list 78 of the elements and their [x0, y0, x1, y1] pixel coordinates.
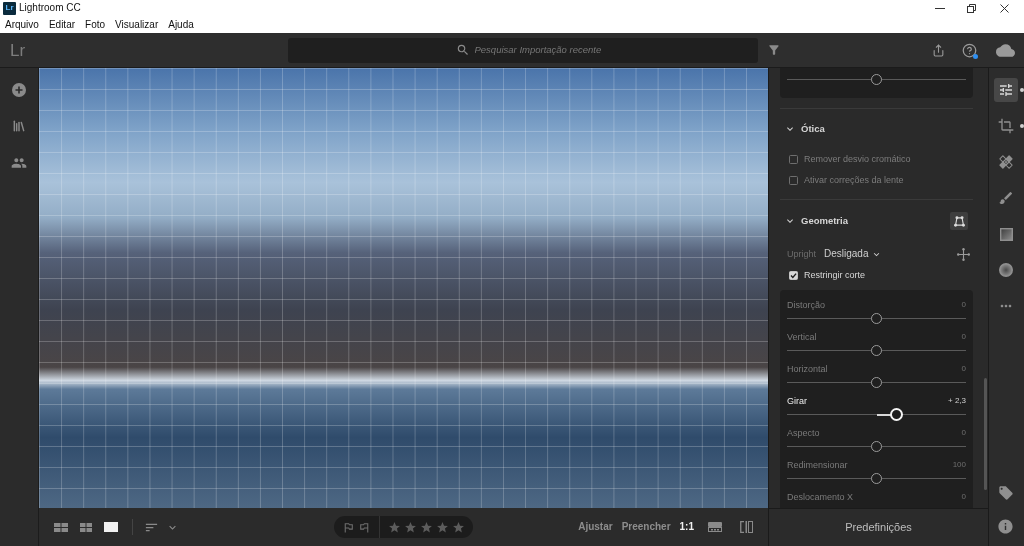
display-icon[interactable]	[708, 522, 722, 532]
slider-label: Horizontal	[787, 364, 828, 374]
zoom-option[interactable]: Ajustar	[578, 522, 613, 532]
geometry-section-header[interactable]: Geometria	[780, 215, 848, 227]
checkbox-label: Restringir corte	[804, 270, 866, 280]
upright-dropdown[interactable]: Desligada	[824, 248, 882, 260]
filter-icon[interactable]	[767, 43, 781, 57]
slider-thumb[interactable]	[871, 313, 882, 324]
star-icon[interactable]	[388, 520, 401, 534]
zoom-option[interactable]: Preencher	[621, 522, 671, 532]
slider-thumb[interactable]	[871, 473, 882, 484]
info-icon[interactable]	[997, 518, 1014, 535]
slider-thumb[interactable]	[871, 74, 882, 85]
guided-upright-button[interactable]	[950, 212, 968, 230]
window-title: Lightroom CC	[19, 3, 81, 13]
crosshair-icon[interactable]	[957, 247, 970, 261]
menu-item[interactable]: Visualizar	[115, 19, 159, 30]
slider-value: + 2,3	[948, 397, 966, 405]
slider-track[interactable]	[787, 376, 966, 389]
brush-icon	[998, 190, 1014, 206]
slider-track[interactable]	[787, 408, 966, 421]
add-icon[interactable]	[12, 83, 26, 97]
slider-label: Vertical	[787, 332, 817, 342]
star-icon[interactable]	[452, 520, 465, 534]
restore-icon[interactable]	[967, 3, 976, 13]
help-icon[interactable]	[962, 42, 977, 58]
people-icon[interactable]	[11, 155, 27, 171]
slider-track[interactable]	[787, 73, 966, 86]
menu-item[interactable]: Editar	[48, 19, 76, 30]
radial-circle-icon	[999, 263, 1013, 277]
crop-icon	[998, 118, 1014, 134]
star-icon[interactable]	[436, 520, 449, 534]
slider-track[interactable]	[787, 472, 966, 485]
search-field[interactable]: Pesquisar Importação recente	[474, 42, 603, 58]
checkbox[interactable]	[789, 270, 798, 280]
edit-tool-button[interactable]	[994, 78, 1018, 102]
slider-track[interactable]	[787, 312, 966, 325]
slider-thumb[interactable]	[871, 345, 882, 356]
slider-track[interactable]	[787, 344, 966, 357]
presets-button[interactable]: Predefinições	[845, 522, 912, 533]
slider-thumb[interactable]	[871, 377, 882, 388]
slider-thumb[interactable]	[871, 441, 882, 452]
menu-item[interactable]: Arquivo	[5, 19, 39, 30]
flag-icon[interactable]	[358, 520, 371, 534]
menu-item[interactable]: Foto	[85, 19, 106, 30]
search-icon	[455, 43, 470, 57]
app-logo: Lr	[3, 1, 16, 15]
optics-section-header[interactable]: Ótica	[780, 123, 825, 135]
small-grid-icon[interactable]	[80, 522, 92, 532]
share-icon[interactable]	[932, 43, 945, 57]
slider-label: Deslocamento X	[787, 492, 854, 502]
split-view-icon[interactable]	[740, 521, 753, 533]
flag-icon[interactable]	[342, 520, 355, 534]
library-icon[interactable]	[12, 119, 26, 133]
slider-label: Girar	[787, 396, 807, 406]
tag-icon[interactable]	[997, 485, 1014, 501]
checkbox-label: Ativar correções da lente	[804, 176, 904, 185]
star-icon[interactable]	[420, 520, 433, 534]
sliders-icon	[998, 82, 1014, 98]
slider-label: Aspecto	[787, 428, 820, 438]
star-icon[interactable]	[404, 520, 417, 534]
upright-label: Upright	[787, 249, 816, 259]
star-rating[interactable]	[388, 520, 465, 534]
close-icon[interactable]	[1000, 3, 1009, 13]
quadrilateral-icon	[953, 215, 965, 227]
menu-item[interactable]: Ajuda	[168, 19, 194, 30]
large-grid-icon[interactable]	[54, 522, 68, 532]
slider-label: Distorção	[787, 300, 825, 310]
slider-track[interactable]	[787, 440, 966, 453]
slider-label: Redimensionar	[787, 460, 848, 470]
zoom-option[interactable]: 1:1	[679, 522, 694, 532]
logo-text: Lr	[10, 41, 26, 59]
minimize-icon[interactable]	[935, 7, 945, 9]
bandage-icon	[998, 154, 1014, 170]
gradient-square-icon	[999, 227, 1013, 241]
slider-value: 100	[952, 461, 966, 469]
checkbox-label: Remover desvio cromático	[804, 155, 911, 164]
scrollbar-thumb[interactable]	[984, 378, 987, 490]
